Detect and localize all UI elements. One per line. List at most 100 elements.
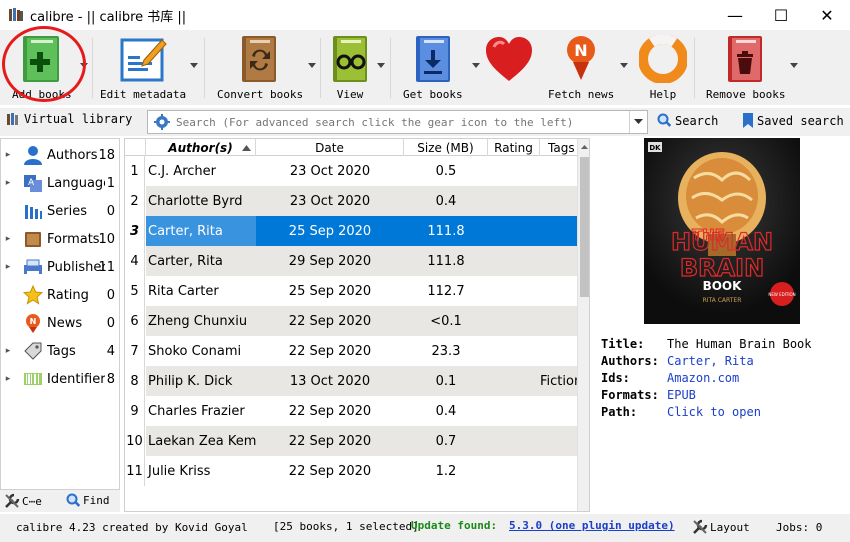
table-row[interactable]: 7 Shoko Conami 22 Sep 2020 23.3: [125, 336, 577, 366]
cell-date[interactable]: 22 Sep 2020: [256, 396, 404, 426]
get-books-dropdown-icon[interactable]: [472, 63, 480, 69]
row-number[interactable]: 11: [125, 456, 145, 486]
table-row[interactable]: 8 Philip K. Dick 13 Oct 2020 0.1 Fiction: [125, 366, 580, 396]
cell-date[interactable]: 22 Sep 2020: [256, 306, 404, 336]
tag-browser-item-tags[interactable]: ▸ Tags 4: [1, 337, 119, 365]
cell-date[interactable]: 29 Sep 2020: [256, 246, 404, 276]
column-header-authors[interactable]: Author(s): [146, 139, 256, 156]
scroll-up-icon[interactable]: [578, 141, 590, 153]
help-button[interactable]: Help: [638, 34, 688, 102]
row-number[interactable]: 5: [125, 276, 145, 306]
cell-size[interactable]: 0.7: [404, 426, 488, 456]
cell-rating[interactable]: [488, 366, 540, 396]
table-row[interactable]: 11 Julie Kriss 22 Sep 2020 1.2: [125, 456, 577, 486]
cell-rating[interactable]: [488, 276, 540, 306]
tag-browser-item-formats[interactable]: ▸ Formats 10: [1, 225, 119, 253]
cell-size[interactable]: 0.4: [404, 186, 488, 216]
cell-author[interactable]: Carter, Rita: [146, 216, 256, 246]
get-books-button[interactable]: Get books: [403, 34, 463, 102]
column-header-rating[interactable]: Rating: [488, 139, 540, 156]
cell-size[interactable]: 0.5: [404, 156, 488, 186]
details-path-link[interactable]: Click to open: [667, 405, 761, 419]
expand-arrow-icon[interactable]: ▸: [1, 374, 15, 384]
cell-author[interactable]: Charles Frazier: [146, 396, 256, 426]
cell-date[interactable]: 23 Oct 2020: [256, 156, 404, 186]
cell-rating[interactable]: [488, 426, 540, 456]
expand-arrow-icon[interactable]: ▸: [1, 150, 15, 160]
saved-search-button[interactable]: Saved search: [742, 113, 844, 128]
cell-author[interactable]: Philip K. Dick: [146, 366, 256, 396]
row-number[interactable]: 8: [125, 366, 145, 396]
maximize-button[interactable]: ☐: [758, 0, 804, 30]
cell-size[interactable]: 112.7: [404, 276, 488, 306]
edit-metadata-dropdown-icon[interactable]: [190, 63, 198, 69]
expand-arrow-icon[interactable]: ▸: [1, 178, 15, 188]
column-header-date[interactable]: Date: [256, 139, 404, 156]
expand-arrow-icon[interactable]: ▸: [1, 234, 15, 244]
cell-rating[interactable]: [488, 306, 540, 336]
cell-size[interactable]: 0.4: [404, 396, 488, 426]
view-button[interactable]: View: [325, 34, 375, 102]
column-header-size[interactable]: Size (MB): [404, 139, 488, 156]
expand-arrow-icon[interactable]: ▸: [1, 346, 15, 356]
convert-books-dropdown-icon[interactable]: [308, 63, 316, 69]
book-cover[interactable]: DK THE HUMAN BRAIN BOOK RITA CARTER NEW …: [644, 138, 800, 324]
minimize-button[interactable]: —: [712, 0, 758, 30]
layout-button[interactable]: Layout: [692, 519, 750, 535]
cell-size[interactable]: 23.3: [404, 336, 488, 366]
row-number[interactable]: 1: [125, 156, 145, 186]
cell-date[interactable]: 25 Sep 2020: [256, 216, 404, 246]
tag-browser-item-news[interactable]: N News 0: [1, 309, 119, 337]
cell-author[interactable]: Carter, Rita: [146, 246, 256, 276]
cell-tags[interactable]: [540, 186, 580, 216]
row-number[interactable]: 3: [125, 216, 145, 246]
convert-books-button[interactable]: Convert books: [217, 34, 303, 102]
row-number[interactable]: 7: [125, 336, 145, 366]
view-dropdown-icon[interactable]: [377, 63, 385, 69]
cell-tags[interactable]: [540, 336, 580, 366]
row-number[interactable]: 4: [125, 246, 145, 276]
tag-browser-item-authors[interactable]: ▸ Authors 18: [1, 141, 119, 169]
cell-author[interactable]: Zheng Chunxiu: [146, 306, 256, 336]
cell-author[interactable]: Charlotte Byrd: [146, 186, 256, 216]
cell-tags[interactable]: [540, 156, 580, 186]
table-row[interactable]: 5 Rita Carter 25 Sep 2020 112.7: [125, 276, 577, 306]
cell-author[interactable]: Laekan Zea Kemp: [146, 426, 256, 456]
expand-arrow-icon[interactable]: ▸: [1, 262, 15, 272]
cell-date[interactable]: 22 Sep 2020: [256, 336, 404, 366]
table-row[interactable]: 1 C.J. Archer 23 Oct 2020 0.5: [125, 156, 577, 186]
jobs-indicator[interactable]: Jobs: 0: [776, 521, 822, 534]
status-update-link[interactable]: 5.3.0 (one plugin update): [509, 519, 675, 532]
cell-date[interactable]: 22 Sep 2020: [256, 426, 404, 456]
cell-size[interactable]: 0.1: [404, 366, 488, 396]
cell-rating[interactable]: [488, 396, 540, 426]
cell-date[interactable]: 25 Sep 2020: [256, 276, 404, 306]
fetch-news-dropdown-icon[interactable]: [620, 63, 628, 69]
row-number[interactable]: 2: [125, 186, 145, 216]
details-formats-link[interactable]: EPUB: [667, 388, 696, 402]
table-row[interactable]: 4 Carter, Rita 29 Sep 2020 111.8: [125, 246, 577, 276]
cell-rating[interactable]: [488, 186, 540, 216]
cell-author[interactable]: Rita Carter: [146, 276, 256, 306]
cell-tags[interactable]: Fiction: [540, 366, 580, 396]
cell-author[interactable]: Shoko Conami: [146, 336, 256, 366]
tag-browser-item-identifier[interactable]: ▸ Identifier 8: [1, 365, 119, 393]
table-row[interactable]: 3 Carter, Rita 25 Sep 2020 111.8: [125, 216, 577, 246]
cell-rating[interactable]: [488, 156, 540, 186]
cell-tags[interactable]: [540, 456, 580, 486]
cell-tags[interactable]: [540, 306, 580, 336]
search-box[interactable]: [147, 110, 648, 134]
cell-rating[interactable]: [488, 246, 540, 276]
search-button[interactable]: Search: [657, 113, 718, 128]
add-books-dropdown-icon[interactable]: [80, 63, 88, 69]
search-input[interactable]: [176, 115, 616, 129]
cell-rating[interactable]: [488, 336, 540, 366]
cell-tags[interactable]: [540, 246, 580, 276]
column-header-tags[interactable]: Tags: [540, 139, 580, 156]
row-number[interactable]: 9: [125, 396, 145, 426]
fetch-news-button[interactable]: N Fetch news: [548, 34, 614, 102]
tag-browser-item-language[interactable]: ▸ A Language 1: [1, 169, 119, 197]
row-number[interactable]: 6: [125, 306, 145, 336]
find-button[interactable]: Find: [66, 493, 110, 508]
cell-tags[interactable]: [540, 276, 580, 306]
